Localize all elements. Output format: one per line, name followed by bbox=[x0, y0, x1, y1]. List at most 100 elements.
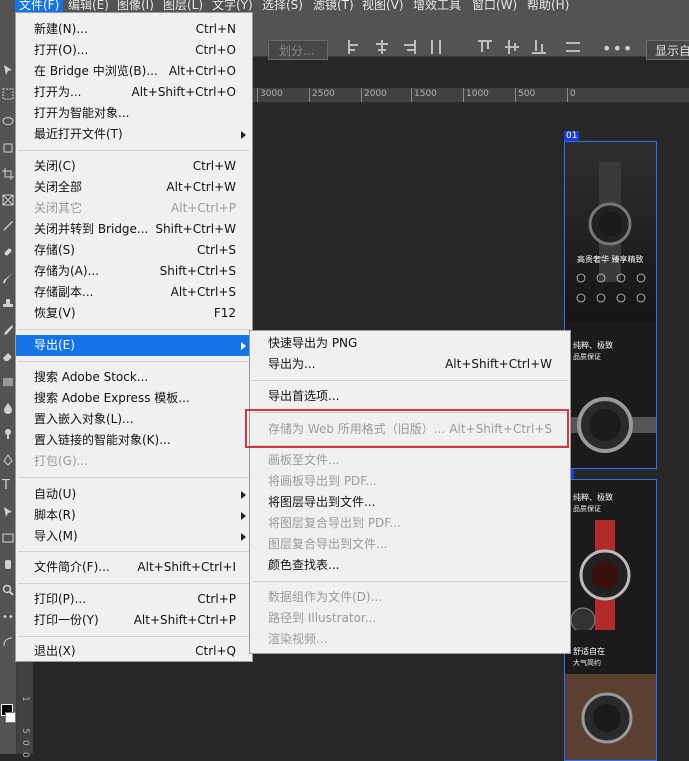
menu-plugins[interactable]: 增效工具 bbox=[413, 0, 461, 12]
menu-separator bbox=[18, 361, 250, 362]
menu-item-automate[interactable]: 自动(U) bbox=[16, 484, 252, 505]
move-tool-icon[interactable] bbox=[2, 64, 14, 76]
menu-item-open[interactable]: 打开(O)... Ctrl+O bbox=[16, 40, 252, 61]
menu-file[interactable]: 文件(F) bbox=[15, 0, 64, 12]
menu-separator bbox=[18, 150, 250, 151]
align-top-icon[interactable] bbox=[478, 40, 492, 54]
menu-help[interactable]: 帮助(H) bbox=[527, 0, 569, 12]
menu-item-export[interactable]: 导出(E) bbox=[16, 335, 252, 356]
submenu-arrow-icon bbox=[241, 512, 246, 520]
menu-layer[interactable]: 图层(L) bbox=[163, 0, 203, 12]
show-transform-button[interactable]: 显示自 bbox=[646, 40, 689, 60]
artboard-text: 品质保证 bbox=[573, 353, 601, 361]
blur-tool-icon[interactable] bbox=[2, 402, 14, 414]
menu-item-print-one-copy[interactable]: 打印一份(Y) Alt+Shift+Ctrl+P bbox=[16, 610, 252, 631]
menu-item-open-as[interactable]: 打开为... Alt+Shift+Ctrl+O bbox=[16, 82, 252, 103]
artboard-label[interactable]: 01 bbox=[564, 131, 580, 141]
menu-item-place-linked[interactable]: 置入链接的智能对象(K)... bbox=[16, 430, 252, 451]
menu-item-print[interactable]: 打印(P)... Ctrl+P bbox=[16, 589, 252, 610]
menu-view[interactable]: 视图(V) bbox=[362, 0, 404, 12]
path-selection-tool-icon[interactable] bbox=[2, 506, 14, 518]
menu-separator bbox=[18, 551, 250, 552]
menu-item-layers-to-files[interactable]: 将图层导出到文件... bbox=[250, 492, 570, 513]
menu-image[interactable]: 图像(I) bbox=[117, 0, 154, 12]
align-right-icon[interactable] bbox=[402, 40, 416, 54]
ruler-tick-label: 2500 bbox=[309, 88, 335, 102]
align-bottom-icon[interactable] bbox=[532, 40, 546, 54]
menu-item-open-as-smart-object[interactable]: 打开为智能对象... bbox=[16, 103, 252, 124]
type-tool-icon[interactable]: T bbox=[2, 479, 14, 492]
menu-item-close-all[interactable]: 关闭全部 Alt+Ctrl+W bbox=[16, 177, 252, 198]
menu-filter[interactable]: 滤镜(T) bbox=[313, 0, 354, 12]
menu-item-close[interactable]: 关闭(C) Ctrl+W bbox=[16, 156, 252, 177]
healing-brush-tool-icon[interactable] bbox=[2, 246, 14, 258]
ruler-tick-label: 2000 bbox=[361, 88, 387, 102]
menu-item-browse-in-bridge[interactable]: 在 Bridge 中浏览(B)... Alt+Ctrl+O bbox=[16, 61, 252, 82]
more-options-button[interactable]: ••• bbox=[602, 40, 633, 58]
menu-separator bbox=[18, 329, 250, 330]
clone-stamp-tool-icon[interactable] bbox=[2, 298, 14, 310]
eyedropper-tool-icon[interactable] bbox=[2, 220, 14, 232]
menu-separator bbox=[252, 380, 568, 381]
lasso-tool-icon[interactable] bbox=[2, 116, 14, 128]
hand-tool-icon[interactable] bbox=[2, 558, 14, 570]
menu-item-export-preferences[interactable]: 导出首选项... bbox=[250, 386, 570, 407]
pen-tool-icon[interactable] bbox=[2, 454, 14, 466]
menu-item-revert[interactable]: 恢复(V) F12 bbox=[16, 303, 252, 324]
ruler-tick-label: 0 bbox=[20, 752, 30, 758]
menu-item-open-recent[interactable]: 最近打开文件(T) bbox=[16, 124, 252, 145]
ruler-tick-label: 0 bbox=[567, 88, 576, 102]
menu-item-color-lookup-tables[interactable]: 颜色查找表... bbox=[250, 555, 570, 576]
menu-item-export-as[interactable]: 导出为... Alt+Shift+Ctrl+W bbox=[250, 354, 570, 375]
menu-item-quick-export-png[interactable]: 快速导出为 PNG bbox=[250, 333, 570, 354]
history-brush-tool-icon[interactable] bbox=[2, 324, 14, 336]
submenu-arrow-icon bbox=[241, 131, 246, 139]
more-tools-icon[interactable]: ••• bbox=[2, 612, 20, 624]
align-middle-icon[interactable] bbox=[505, 40, 519, 54]
background-color-swatch[interactable] bbox=[5, 712, 16, 723]
slices-dropdown[interactable]: 划分... bbox=[268, 40, 328, 60]
menu-window[interactable]: 窗口(W) bbox=[472, 0, 517, 12]
artboard-text: 纯粹、极致 bbox=[573, 341, 613, 350]
menu-item-search-adobe-stock[interactable]: 搜索 Adobe Stock... bbox=[16, 367, 252, 388]
crop-tool-icon[interactable] bbox=[2, 168, 14, 180]
menu-item-save[interactable]: 存储(S) Ctrl+S bbox=[16, 240, 252, 261]
marquee-tool-icon[interactable] bbox=[2, 88, 14, 100]
menu-item-new[interactable]: 新建(N)... Ctrl+N bbox=[16, 19, 252, 40]
menu-item-place-embedded[interactable]: 置入嵌入对象(L)... bbox=[16, 409, 252, 430]
feature-icons bbox=[571, 270, 651, 310]
swap-colors-icon[interactable] bbox=[2, 636, 14, 648]
distribute-horizontal-icon[interactable] bbox=[429, 40, 443, 54]
export-submenu: 快速导出为 PNG 导出为... Alt+Shift+Ctrl+W 导出首选项..… bbox=[249, 330, 571, 654]
submenu-arrow-icon bbox=[241, 491, 246, 499]
dodge-tool-icon[interactable] bbox=[2, 428, 14, 440]
menu-item-artboards-to-pdf: 将画板导出到 PDF... bbox=[268, 474, 377, 488]
menu-item-save-as[interactable]: 存储为(A)... Shift+Ctrl+S bbox=[16, 261, 252, 282]
frame-tool-icon[interactable] bbox=[2, 194, 14, 206]
eraser-tool-icon[interactable] bbox=[2, 350, 14, 362]
zoom-tool-icon[interactable] bbox=[2, 584, 14, 596]
object-select-tool-icon[interactable] bbox=[2, 142, 14, 154]
menu-item-save-copy[interactable]: 存储副本... Alt+Ctrl+S bbox=[16, 282, 252, 303]
menu-type[interactable]: 文字(Y) bbox=[212, 0, 253, 12]
ruler-tick-label: 1500 bbox=[411, 88, 437, 102]
align-left-icon[interactable] bbox=[348, 40, 362, 54]
menu-item-data-sets-as-files: 数据组作为文件(D)... bbox=[268, 590, 383, 604]
menu-select[interactable]: 选择(S) bbox=[262, 0, 303, 12]
menu-item-close-and-go-to-bridge[interactable]: 关闭并转到 Bridge... Shift+Ctrl+W bbox=[16, 219, 252, 240]
menu-item-exit[interactable]: 退出(X) Ctrl+Q bbox=[16, 641, 252, 662]
artboard-2[interactable]: 纯粹、极致 品质保证 舒适自在 大气简约 bbox=[564, 479, 657, 761]
artboard-1[interactable]: 高贵奢华 臻享精致 纯粹、极致 品质保证 bbox=[564, 141, 657, 469]
menu-item-import[interactable]: 导入(M) bbox=[16, 526, 252, 547]
align-center-icon[interactable] bbox=[375, 40, 389, 54]
gradient-tool-icon[interactable] bbox=[2, 376, 14, 388]
ruler-tick-label: 500 bbox=[515, 88, 535, 102]
artboard-text: 大气简约 bbox=[573, 659, 601, 667]
menu-item-scripts[interactable]: 脚本(R) bbox=[16, 505, 252, 526]
menu-edit[interactable]: 编辑(E) bbox=[68, 0, 109, 12]
brush-tool-icon[interactable] bbox=[2, 272, 14, 284]
rectangle-tool-icon[interactable] bbox=[2, 532, 14, 544]
menu-item-search-adobe-express[interactable]: 搜索 Adobe Express 模板... bbox=[16, 388, 252, 409]
menu-item-file-info[interactable]: 文件简介(F)... Alt+Shift+Ctrl+I bbox=[16, 557, 252, 578]
distribute-vertical-icon[interactable] bbox=[566, 40, 580, 54]
